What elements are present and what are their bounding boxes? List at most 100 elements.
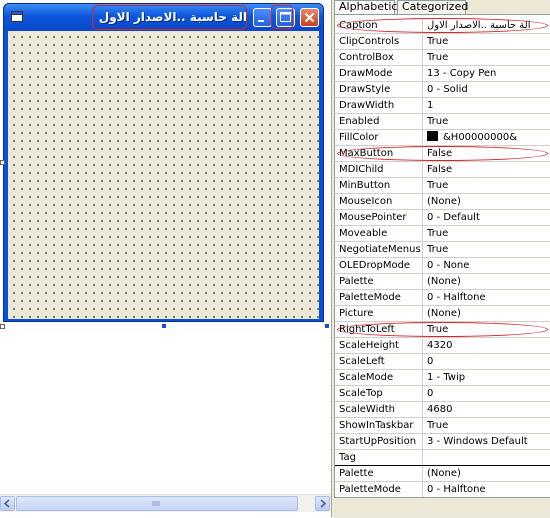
property-value[interactable]: 3 - Windows Default [427, 435, 549, 449]
property-row[interactable]: FillColor &H00000000& [335, 130, 550, 146]
property-name: DrawMode [339, 68, 393, 79]
property-row[interactable]: RightToLeft True [335, 322, 550, 338]
property-value[interactable]: True [427, 323, 549, 337]
property-value[interactable]: (None) [427, 275, 549, 289]
property-value[interactable]: (None) [427, 195, 549, 209]
form-designer: الة حاسبة ..الاصدار الاول [0, 0, 331, 517]
property-value[interactable]: 4680 [427, 403, 549, 417]
property-row[interactable]: NegotiateMenus True [335, 242, 550, 258]
resize-handle[interactable] [0, 324, 5, 329]
minimize-icon [258, 20, 264, 22]
scroll-left-button[interactable] [0, 496, 15, 511]
property-row[interactable]: ControlBox True [335, 50, 550, 66]
column-separator [422, 434, 423, 450]
property-name: MDIChild [339, 164, 384, 175]
property-value[interactable] [427, 451, 549, 465]
property-row[interactable]: DrawMode 13 - Copy Pen [335, 66, 550, 82]
property-value[interactable]: الة حاسبة ..الاصدار الاول [427, 19, 549, 33]
column-separator [422, 226, 423, 242]
resize-handle[interactable] [0, 160, 5, 165]
property-row[interactable]: MouseIcon (None) [335, 194, 550, 210]
column-separator [422, 194, 423, 210]
arrow-right-icon [320, 499, 327, 508]
minimize-button[interactable] [253, 8, 272, 27]
property-value[interactable]: 0 - Default [427, 211, 549, 225]
resize-handle[interactable] [162, 324, 166, 328]
property-value[interactable]: 4320 [427, 339, 549, 353]
scroll-right-button[interactable] [315, 496, 330, 511]
arrow-left-icon [3, 499, 10, 508]
property-row[interactable]: StartUpPosition 3 - Windows Default [335, 434, 550, 450]
property-value[interactable]: 0 - Halftone [427, 291, 549, 305]
property-row[interactable]: ScaleLeft 0 [335, 354, 550, 370]
property-name: MousePointer [339, 212, 407, 223]
property-value[interactable]: True [427, 227, 549, 241]
property-name: Palette [339, 468, 374, 479]
horizontal-scrollbar[interactable] [0, 494, 331, 512]
form-client-area[interactable] [8, 31, 319, 319]
property-name: Caption [339, 20, 378, 31]
property-row[interactable]: ScaleHeight 4320 [335, 338, 550, 354]
property-value[interactable]: True [427, 115, 549, 129]
property-row[interactable]: Palette (None) [335, 274, 550, 290]
tab-alphabetic[interactable]: Alphabetic [334, 0, 397, 14]
property-name: PaletteMode [339, 292, 401, 303]
tab-categorized[interactable]: Categorized [397, 0, 468, 14]
property-value[interactable]: True [427, 179, 549, 193]
property-name: FillColor [339, 132, 379, 143]
scroll-thumb[interactable] [16, 496, 298, 511]
property-value[interactable]: True [427, 243, 549, 257]
property-value[interactable]: False [427, 147, 549, 161]
property-value[interactable]: 13 - Copy Pen [427, 67, 549, 81]
property-row[interactable]: DrawWidth 1 [335, 98, 550, 114]
property-row[interactable]: OLEDropMode 0 - None [335, 258, 550, 274]
column-separator [422, 34, 423, 50]
property-row[interactable]: Moveable True [335, 226, 550, 242]
form-window[interactable]: الة حاسبة ..الاصدار الاول [3, 3, 324, 322]
property-row[interactable]: ScaleTop 0 [335, 386, 550, 402]
property-row[interactable]: Palette (None) [335, 466, 550, 482]
property-value[interactable]: True [427, 35, 549, 49]
property-name: DrawStyle [339, 84, 391, 95]
resize-handle[interactable] [325, 324, 329, 328]
property-name: ClipControls [339, 36, 400, 47]
property-name: MouseIcon [339, 196, 393, 207]
property-value[interactable]: 0 - Halftone [427, 483, 549, 497]
property-row[interactable]: PaletteMode 0 - Halftone [335, 482, 550, 498]
property-name: DrawWidth [339, 100, 395, 111]
property-row[interactable]: Caption الة حاسبة ..الاصدار الاول [335, 18, 550, 34]
property-row[interactable]: MaxButton False [335, 146, 550, 162]
property-row[interactable]: Enabled True [335, 114, 550, 130]
column-separator [422, 322, 423, 338]
color-swatch [427, 131, 438, 141]
property-row[interactable]: MousePointer 0 - Default [335, 210, 550, 226]
grip-icon [152, 501, 160, 506]
column-separator [422, 66, 423, 82]
property-row[interactable]: Picture (None) [335, 306, 550, 322]
property-row[interactable]: ShowInTaskbar True [335, 418, 550, 434]
property-value[interactable]: False [427, 163, 549, 177]
property-name: Picture [339, 308, 374, 319]
property-value[interactable]: 0 [427, 387, 549, 401]
property-row[interactable]: DrawStyle 0 - Solid [335, 82, 550, 98]
property-row[interactable]: PaletteMode 0 - Halftone [335, 290, 550, 306]
property-row[interactable]: ScaleWidth 4680 [335, 402, 550, 418]
property-value[interactable]: True [427, 51, 549, 65]
property-row[interactable]: ClipControls True [335, 34, 550, 50]
property-value[interactable]: 0 [427, 355, 549, 369]
property-value[interactable]: 0 - Solid [427, 83, 549, 97]
close-button[interactable] [300, 8, 319, 27]
property-value[interactable]: &H00000000& [427, 131, 549, 145]
property-row[interactable]: MinButton True [335, 178, 550, 194]
property-value[interactable]: 1 - Twip [427, 371, 549, 385]
column-separator [422, 370, 423, 386]
property-row[interactable]: Tag [335, 450, 550, 466]
property-value[interactable]: (None) [427, 467, 549, 481]
property-name: Enabled [339, 116, 380, 127]
property-value[interactable]: 0 - None [427, 259, 549, 273]
property-value[interactable]: (None) [427, 307, 549, 321]
property-row[interactable]: MDIChild False [335, 162, 550, 178]
property-value[interactable]: True [427, 419, 549, 433]
property-row[interactable]: ScaleMode 1 - Twip [335, 370, 550, 386]
property-value[interactable]: 1 [427, 99, 549, 113]
